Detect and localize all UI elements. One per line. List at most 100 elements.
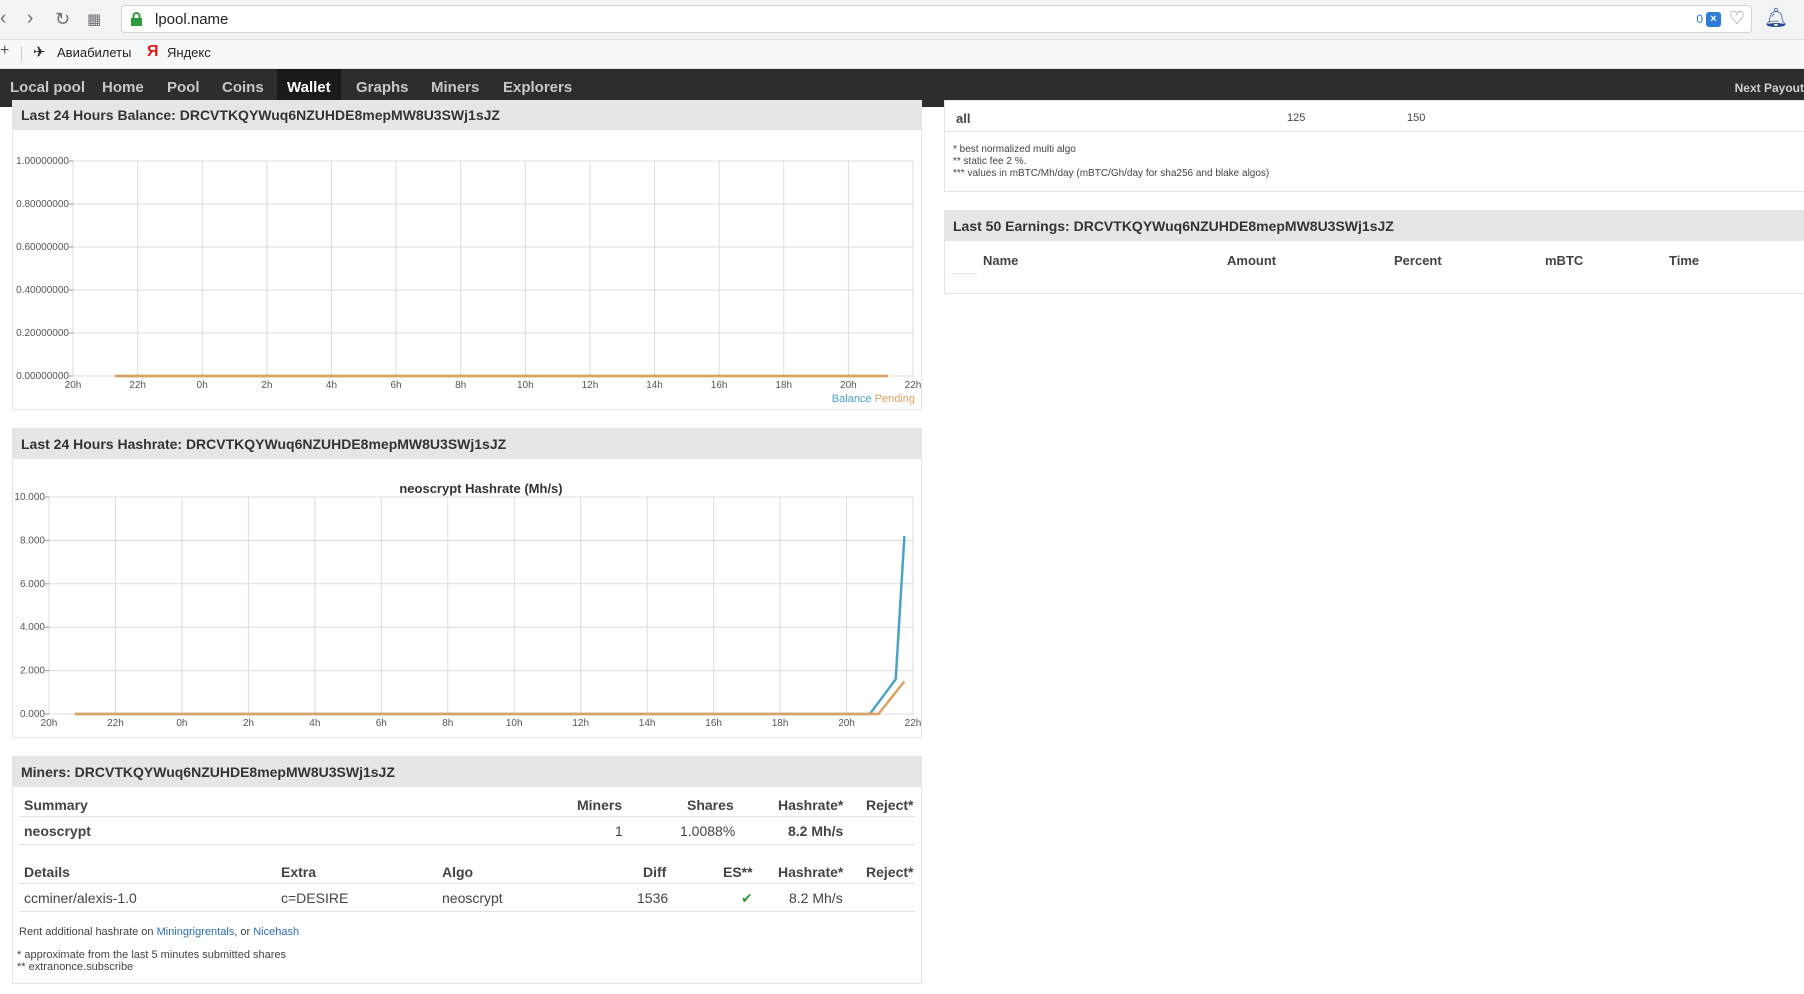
summary-algo: neoscrypt bbox=[24, 823, 91, 839]
balance-chart: 20h 22h 0h 2h 4h 6h 8h 10h 12h 14h 16h 18h 20h 22h1.0… bbox=[16, 156, 922, 391]
plot-frame bbox=[72, 160, 914, 377]
x-tick-label: 22h bbox=[905, 380, 922, 391]
reject-header: Reject* bbox=[866, 797, 914, 813]
details-header: Details bbox=[24, 864, 70, 880]
rent-mid: , or bbox=[234, 926, 251, 938]
divider bbox=[945, 131, 1804, 132]
yandex-icon: Я bbox=[147, 43, 159, 60]
x-tick-label: 18h bbox=[775, 380, 792, 391]
divider bbox=[19, 911, 915, 912]
x-tick-label: 6h bbox=[391, 380, 402, 391]
earnings-amount-header[interactable]: Amount bbox=[1227, 253, 1276, 268]
note-values: *** values in mBTC/Mh/day (mBTC/Gh/day f… bbox=[953, 168, 1270, 179]
es-header: ES** bbox=[723, 864, 753, 880]
miners-header: Miners bbox=[577, 797, 623, 813]
bookmark-aviabilety[interactable]: Авиабилеты bbox=[57, 45, 131, 60]
diff-header: Diff bbox=[643, 864, 667, 880]
x-tick-label: 16h bbox=[711, 380, 728, 391]
x-tick-label: 8h bbox=[442, 718, 453, 729]
x-tick-label: 20h bbox=[840, 380, 857, 391]
detail-miner: ccminer/alexis-1.0 bbox=[24, 890, 137, 906]
summary-hashrate: 8.2 Mh/s bbox=[788, 823, 844, 839]
x-tick-label: 14h bbox=[639, 718, 656, 729]
x-tick-label: 16h bbox=[705, 718, 722, 729]
summary-miners: 1 bbox=[615, 823, 623, 839]
close-icon[interactable]: × bbox=[1706, 12, 1721, 27]
earnings-mbtc-header[interactable]: mBTC bbox=[1545, 253, 1583, 268]
lock-icon bbox=[131, 12, 142, 26]
bookmarks-bar: + ✈ Авиабилеты Я Яндекс bbox=[0, 40, 1804, 69]
earnings-panel: Last 50 Earnings: DRCVTKQYWuq6NZUHDE8mep… bbox=[944, 210, 1804, 294]
heart-icon[interactable]: ♡ bbox=[1729, 8, 1745, 29]
y-tick-label: 6.000 bbox=[20, 579, 45, 590]
adblock-count: 0 bbox=[1696, 12, 1703, 26]
summary-header: Summary bbox=[24, 797, 88, 813]
detail-diff: 1536 bbox=[637, 890, 669, 906]
y-tick-label: 8.000 bbox=[20, 535, 45, 546]
note-approximate: * approximate from the last 5 minutes su… bbox=[17, 949, 287, 961]
rent-prefix: Rent additional hashrate on bbox=[19, 926, 154, 938]
legend-pending: Pending bbox=[874, 393, 915, 405]
x-tick-label: 22h bbox=[905, 718, 922, 729]
summary-fragment: all 125 150 * best normalized multi algo… bbox=[944, 100, 1804, 192]
x-tick-label: 0h bbox=[197, 380, 208, 391]
x-tick-label: 8h bbox=[455, 380, 466, 391]
detail-reject-header: Reject* bbox=[866, 864, 914, 880]
y-tick-label: 0.00000000 bbox=[16, 371, 69, 382]
y-tick-label: 0.60000000 bbox=[16, 242, 69, 253]
detail-hashrate-header: Hashrate* bbox=[778, 864, 844, 880]
rent-hashrate-text: Rent additional hashrate on Miningrigren… bbox=[19, 926, 299, 938]
reload-icon[interactable]: ↻ bbox=[55, 8, 70, 30]
x-tick-label: 12h bbox=[572, 718, 589, 729]
extra-header: Extra bbox=[281, 864, 317, 880]
summary-shares: 1.0088% bbox=[680, 823, 736, 839]
y-tick-label: 0.40000000 bbox=[16, 285, 69, 296]
balance-panel: Last 24 Hours Balance: DRCVTKQYWuq6NZUHD… bbox=[12, 100, 922, 410]
miningrigrentals-link[interactable]: Miningrigrentals bbox=[157, 926, 235, 938]
balance-panel-title: Last 24 Hours Balance: DRCVTKQYWuq6NZUHD… bbox=[13, 100, 921, 130]
address-bar[interactable]: lpool.name 0 × ♡ bbox=[121, 5, 1752, 33]
bell-icon[interactable]: 🔔︎ bbox=[1764, 6, 1788, 30]
nicehash-link[interactable]: Nicehash bbox=[253, 926, 299, 938]
divider bbox=[21, 46, 22, 62]
y-tick-label: 0.80000000 bbox=[16, 199, 69, 210]
x-tick-label: 0h bbox=[176, 718, 187, 729]
divider bbox=[19, 816, 915, 817]
y-tick-label: 10.000 bbox=[14, 492, 45, 503]
bookmark-yandex[interactable]: Яндекс bbox=[167, 45, 211, 60]
all-val1: 125 bbox=[1287, 112, 1306, 124]
note-fee: ** static fee 2 %. bbox=[953, 156, 1027, 167]
plane-icon: ✈ bbox=[33, 44, 46, 61]
note-best: * best normalized multi algo bbox=[953, 144, 1076, 155]
x-tick-label: 20h bbox=[838, 718, 855, 729]
check-icon: ✔ bbox=[741, 890, 753, 906]
plot-frame bbox=[48, 496, 914, 715]
back-icon[interactable]: ‹ bbox=[0, 8, 6, 30]
earnings-percent-header[interactable]: Percent bbox=[1394, 253, 1442, 268]
forward-icon[interactable]: › bbox=[27, 8, 33, 30]
y-tick-label: 1.00000000 bbox=[16, 156, 69, 167]
miners-panel: Miners: DRCVTKQYWuq6NZUHDE8mepMW8U3SWj1s… bbox=[12, 756, 922, 984]
detail-extra: c=DESIRE bbox=[281, 890, 349, 906]
x-tick-label: 4h bbox=[309, 718, 320, 729]
hashrate-chart: 20h 22h 0h 2h 4h 6h 8h 10h 12h 14h 16h 18h 20h 22h10.… bbox=[14, 481, 922, 729]
detail-algo: neoscrypt bbox=[442, 890, 503, 906]
earnings-time-header[interactable]: Time bbox=[1669, 253, 1699, 268]
divider bbox=[19, 883, 915, 884]
x-tick-label: 14h bbox=[646, 380, 663, 391]
grid-icon[interactable]: ▦ bbox=[87, 9, 101, 31]
note-extranonce: ** extranonce.subscribe bbox=[17, 961, 134, 973]
all-val2: 150 bbox=[1407, 112, 1426, 124]
x-tick-label: 22h bbox=[129, 380, 146, 391]
algo-header: Algo bbox=[442, 864, 474, 880]
x-tick-label: 2h bbox=[243, 718, 254, 729]
x-tick-label: 12h bbox=[582, 380, 599, 391]
all-row-label: all bbox=[956, 111, 971, 126]
miners-panel-title: Miners: DRCVTKQYWuq6NZUHDE8mepMW8U3SWj1s… bbox=[13, 757, 921, 787]
browser-toolbar: ‹ › ↻ ▦ lpool.name 0 × ♡ 🔔︎ bbox=[0, 0, 1804, 40]
earnings-name-header[interactable]: Name bbox=[983, 253, 1018, 268]
divider bbox=[19, 844, 915, 845]
hashrate-panel-title: Last 24 Hours Hashrate: DRCVTKQYWuq6NZUH… bbox=[13, 429, 921, 459]
y-tick-label: 2.000 bbox=[20, 666, 45, 677]
plus-icon[interactable]: + bbox=[0, 42, 9, 60]
